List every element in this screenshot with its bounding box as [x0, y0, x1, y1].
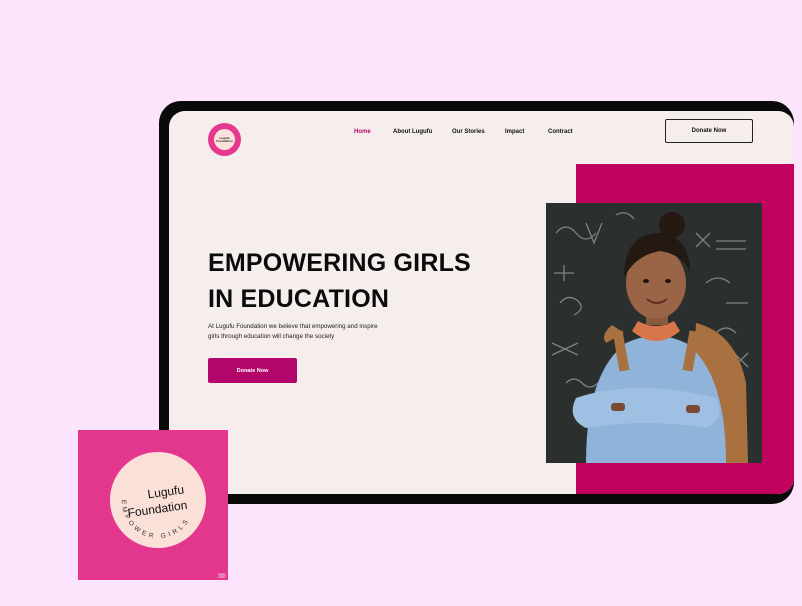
- hero-headline-line2: IN EDUCATION: [208, 285, 390, 313]
- logo-name-line2: Foundation: [127, 498, 188, 520]
- donate-now-hero-button[interactable]: Donate Now: [208, 358, 297, 383]
- lugufu-logo-icon: Lugufu Foundation EMPOWER GIRLS: [110, 452, 206, 548]
- nav-impact[interactable]: Impact: [505, 129, 524, 135]
- donate-now-nav-button[interactable]: Donate Now: [665, 119, 753, 143]
- nav-about[interactable]: About Lugufu: [393, 129, 432, 135]
- hero-lead-line2: girls through education will change the …: [208, 333, 335, 340]
- nav-contract[interactable]: Contract: [548, 129, 573, 135]
- student-illustration: [546, 203, 762, 463]
- laptop-mockup-frame: Lugufu Foundation Home About Lugufu Our …: [159, 101, 794, 504]
- website-screen: Lugufu Foundation Home About Lugufu Our …: [169, 111, 794, 494]
- student-photo: [546, 203, 762, 463]
- hero-headline: EMPOWERING GIRLS IN EDUCATION: [208, 245, 508, 317]
- hero-lead-line1: At Lugufu Foundation we believe that emp…: [208, 323, 378, 330]
- hero-lead-text: At Lugufu Foundation we believe that emp…: [208, 322, 438, 342]
- nav-home[interactable]: Home: [354, 129, 371, 135]
- image-credit-icon: ▢: [218, 573, 226, 578]
- lugufu-logo-icon[interactable]: Lugufu Foundation: [208, 123, 241, 156]
- brand-logo-card: Lugufu Foundation EMPOWER GIRLS ▢: [78, 430, 228, 580]
- nav-our-stories[interactable]: Our Stories: [452, 129, 485, 135]
- logo-badge-lettering: Lugufu Foundation EMPOWER GIRLS: [120, 482, 189, 540]
- logo-name-line2: Foundation: [216, 138, 233, 143]
- hero-headline-line1: EMPOWERING GIRLS: [208, 249, 471, 277]
